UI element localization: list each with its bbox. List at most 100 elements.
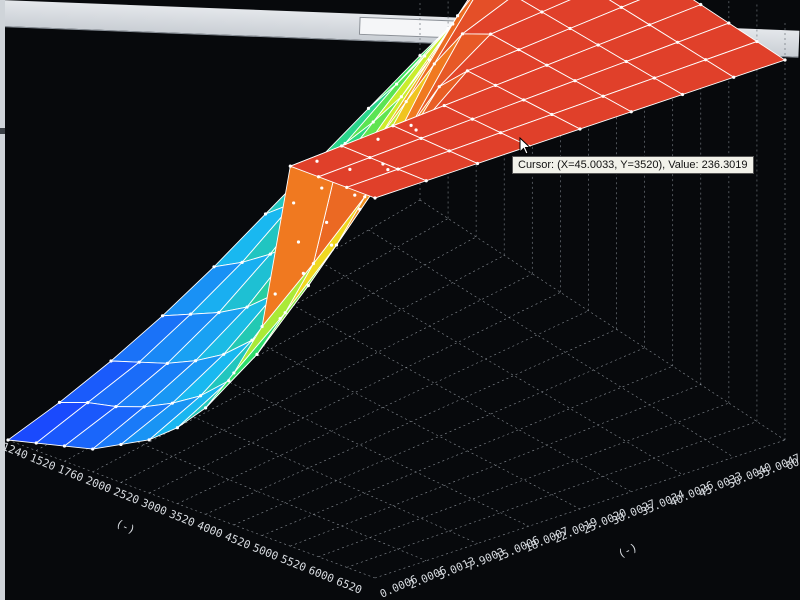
surface-node[interactable] (366, 106, 371, 110)
surface-node[interactable] (381, 162, 385, 166)
surface-node[interactable] (57, 400, 62, 404)
surface-node[interactable] (396, 167, 400, 171)
surface-node[interactable] (343, 141, 347, 146)
surface-node[interactable] (442, 103, 446, 108)
surface-node[interactable] (498, 131, 503, 135)
surface-node[interactable] (334, 243, 339, 247)
surface-node[interactable] (550, 112, 554, 117)
surface-node[interactable] (446, 26, 450, 31)
surface-node[interactable] (114, 404, 118, 409)
surface-node[interactable] (647, 23, 652, 27)
surface-node[interactable] (423, 54, 427, 58)
surface-node[interactable] (316, 175, 321, 179)
surface-node[interactable] (34, 441, 38, 445)
surface-node[interactable] (596, 43, 600, 47)
surface-node[interactable] (222, 352, 226, 356)
surface-node[interactable] (399, 95, 403, 99)
surface-node[interactable] (263, 212, 268, 216)
surface-node[interactable] (675, 40, 680, 44)
surface-node[interactable] (189, 312, 193, 316)
surface-node[interactable] (119, 442, 123, 447)
surface-chart[interactable]: 0.00062.00065.00137.900315.000618.000722… (0, 0, 800, 600)
surface-node[interactable] (260, 324, 264, 329)
surface-node[interactable] (250, 338, 254, 342)
surface-node[interactable] (732, 75, 736, 79)
surface-node[interactable] (601, 94, 605, 98)
surface-node[interactable] (147, 438, 151, 442)
surface-node[interactable] (353, 193, 357, 197)
surface-node[interactable] (386, 168, 390, 172)
surface-node[interactable] (619, 5, 623, 9)
surface-node[interactable] (62, 444, 67, 448)
surface-node[interactable] (517, 48, 521, 52)
surface-node[interactable] (783, 58, 787, 62)
surface-node[interactable] (212, 265, 216, 269)
surface-node[interactable] (522, 98, 526, 102)
surface-node[interactable] (376, 137, 380, 141)
surface-node[interactable] (306, 284, 310, 288)
surface-node[interactable] (255, 352, 259, 356)
surface-node[interactable] (137, 360, 141, 364)
surface-node[interactable] (91, 447, 95, 451)
surface-node[interactable] (273, 292, 277, 296)
surface-node[interactable] (296, 240, 301, 244)
surface-node[interactable] (278, 317, 282, 321)
surface-node[interactable] (652, 76, 656, 80)
surface-node[interactable] (288, 164, 292, 168)
surface-node[interactable] (358, 207, 362, 211)
surface-node[interactable] (292, 201, 296, 205)
surface-node[interactable] (170, 401, 174, 405)
surface-node[interactable] (493, 83, 498, 87)
surface-mesh[interactable] (6, 0, 787, 451)
surface-node[interactable] (432, 62, 436, 66)
surface-node[interactable] (545, 63, 549, 67)
surface-node[interactable] (540, 10, 544, 14)
surface-node[interactable] (348, 167, 352, 171)
surface-node[interactable] (460, 32, 465, 36)
surface-node[interactable] (727, 21, 731, 25)
surface-node[interactable] (394, 82, 399, 86)
surface-node[interactable] (204, 406, 208, 410)
surface-node[interactable] (320, 186, 324, 190)
surface-node[interactable] (409, 123, 413, 127)
surface-node[interactable] (578, 127, 582, 131)
surface-node[interactable] (629, 110, 633, 114)
surface-node[interactable] (373, 196, 377, 200)
surface-node[interactable] (325, 220, 329, 224)
surface-node[interactable] (680, 92, 685, 97)
surface-node[interactable] (311, 261, 316, 266)
surface-node[interactable] (86, 400, 90, 405)
surface-node[interactable] (245, 305, 249, 309)
surface-node[interactable] (447, 149, 451, 153)
surface-node[interactable] (268, 252, 272, 256)
surface-node[interactable] (391, 124, 395, 128)
surface-node[interactable] (227, 379, 231, 383)
surface-node[interactable] (109, 359, 113, 363)
surface-node[interactable] (240, 260, 244, 264)
surface-node[interactable] (232, 371, 236, 375)
surface-node[interactable] (329, 243, 334, 247)
surface-node[interactable] (624, 59, 628, 64)
surface-node[interactable] (175, 426, 179, 430)
surface-node[interactable] (165, 361, 169, 365)
surface-node[interactable] (371, 120, 375, 124)
surface-node[interactable] (437, 85, 441, 89)
surface-node[interactable] (340, 144, 344, 148)
surface-node[interactable] (573, 79, 577, 83)
surface-node[interactable] (699, 3, 703, 7)
surface-node[interactable] (451, 22, 455, 26)
surface-node[interactable] (315, 159, 319, 163)
surface-node[interactable] (368, 155, 372, 160)
surface-node[interactable] (419, 136, 423, 140)
surface-node[interactable] (455, 14, 460, 18)
surface-node[interactable] (193, 359, 198, 363)
surface-node[interactable] (424, 179, 428, 183)
surface-node[interactable] (488, 32, 493, 36)
surface-node[interactable] (404, 99, 408, 104)
surface-node[interactable] (704, 58, 708, 62)
surface-node[interactable] (418, 54, 422, 58)
surface-node[interactable] (414, 128, 418, 132)
surface-node[interactable] (465, 69, 469, 73)
surface-node[interactable] (427, 58, 432, 62)
surface-node[interactable] (160, 314, 165, 318)
